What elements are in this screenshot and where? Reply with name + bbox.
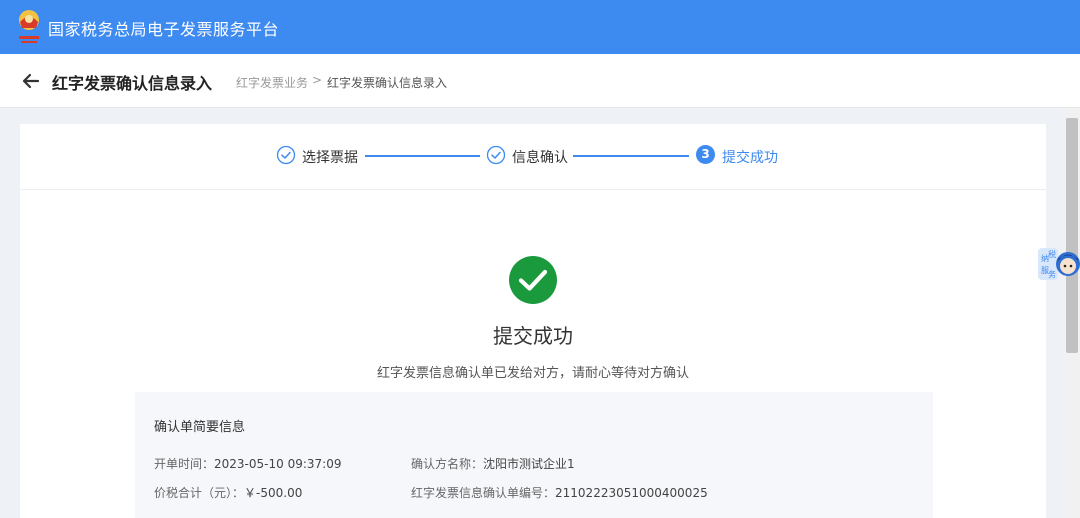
page-title: 红字发票确认信息录入 — [52, 74, 213, 93]
summary-box: 确认单简要信息 开单时间：2023-05-10 09:37:09 确认方名称：沈… — [135, 392, 933, 518]
step-connector — [573, 155, 689, 157]
success-title: 提交成功 — [493, 324, 573, 348]
step-label-submit-success: 提交成功 — [722, 150, 778, 166]
total-amount-row: 价税合计（元）：￥-500.00 — [154, 484, 302, 501]
tax-emblem-icon — [19, 10, 39, 43]
arrow-left-icon[interactable] — [20, 70, 42, 92]
step-connector — [365, 155, 480, 157]
progress-steps: 选择票据 信息确认 3 提交成功 — [20, 124, 1046, 190]
check-circle-icon — [276, 145, 296, 165]
page-header: 红字发票确认信息录入 红字发票业务 > 红字发票确认信息录入 — [0, 54, 1080, 108]
open-time-value: 2023-05-10 09:37:09 — [214, 457, 342, 471]
step-label-info-confirm: 信息确认 — [512, 150, 568, 166]
form-number-label: 红字发票信息确认单编号： — [411, 486, 556, 500]
main-card: 选择票据 信息确认 3 提交成功 提交成功 红字发票信息确认单已发给对方，请耐心… — [20, 124, 1046, 518]
open-time-label: 开单时间： — [154, 457, 215, 471]
breadcrumb-item-current: 红字发票确认信息录入 — [327, 76, 448, 90]
total-amount-label: 价税合计（元）： — [154, 486, 245, 500]
success-description: 红字发票信息确认单已发给对方，请耐心等待对方确认 — [376, 366, 689, 381]
scrollbar-thumb[interactable] — [1066, 118, 1078, 353]
check-circle-icon — [486, 145, 506, 165]
step-label-select-invoice: 选择票据 — [302, 150, 358, 166]
confirmer-value: 沈阳市测试企业1 — [483, 457, 575, 471]
step-number-badge: 3 — [696, 145, 715, 164]
confirmer-label: 确认方名称： — [411, 457, 484, 471]
breadcrumb-item-red-invoice-business[interactable]: 红字发票业务 — [236, 74, 308, 91]
top-bar: 国家税务总局电子发票服务平台 — [0, 0, 1080, 54]
breadcrumb-separator: > — [312, 73, 323, 87]
open-time-row: 开单时间：2023-05-10 09:37:09 — [154, 455, 341, 472]
confirmer-row: 确认方名称：沈阳市测试企业1 — [411, 455, 575, 472]
form-number-row: 红字发票信息确认单编号：21102223051000400025 — [411, 484, 708, 501]
svg-text:税: 税 — [1048, 249, 1056, 259]
platform-title: 国家税务总局电子发票服务平台 — [48, 20, 280, 39]
total-amount-value: ￥-500.00 — [244, 486, 303, 500]
tax-assistant-avatar-icon[interactable]: 纳 税 服 务 — [1036, 244, 1080, 284]
form-number-value: 21102223051000400025 — [555, 486, 708, 500]
success-check-icon — [509, 256, 557, 304]
summary-heading: 确认单简要信息 — [154, 420, 246, 435]
svg-text:务: 务 — [1048, 269, 1056, 279]
